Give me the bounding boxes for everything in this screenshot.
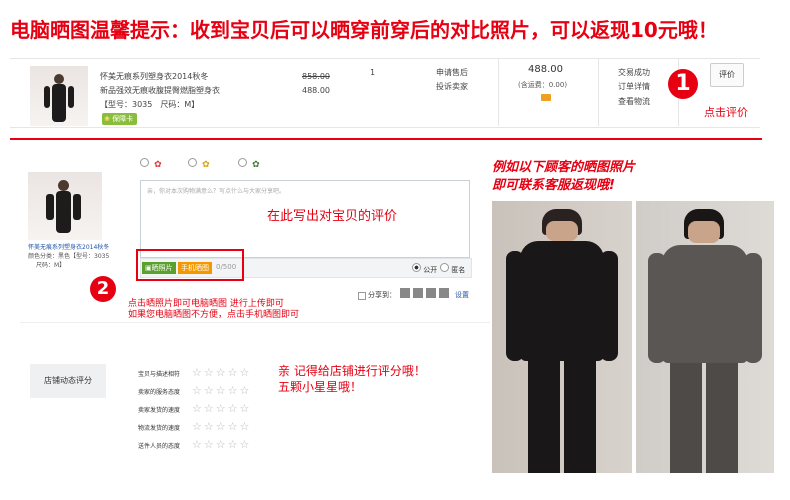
star-rating-icon[interactable]: ☆☆☆☆☆ [192,402,251,415]
rating-criterion-label: 物流发货的速度 [138,425,181,432]
step-2-caption-line2: 如果您电脑晒图不方便，点击手机晒图即可 [128,310,300,320]
review-product-meta1: 颜色分类：黑色【型号：3035 [28,253,110,260]
highlight-box [136,249,244,281]
step-1-marker: 1 [668,69,698,99]
anon-radio[interactable] [440,263,449,272]
star-rating-icon[interactable]: ☆☆☆☆☆ [192,420,251,433]
flower-red-icon: ✿ [154,160,162,170]
product-title-line1[interactable]: 怀美无痕系列塑身衣2014秋冬 [100,70,220,84]
example-line2: 即可联系客服返现哦! [492,178,615,193]
review-product-title[interactable]: 怀美无痕系列塑身衣2014秋冬 [28,242,109,251]
review-product-meta2: 尺码：M】 [36,262,66,269]
product-thumbnail[interactable] [30,66,88,126]
quantity: 1 [370,68,376,77]
rating-criterion-label: 送件人员的态度 [138,443,181,450]
share-settings-link[interactable]: 设置 [455,290,469,300]
leaf-icon: ❀ [104,115,110,123]
complain-seller-link[interactable]: 投诉卖家 [436,80,468,94]
product-title[interactable]: 怀美无痕系列塑身衣2014秋冬 新品强效无痕收腹提臀燃脂塑身衣 【型号：3035… [100,70,220,112]
example-line1: 例如以下顾客的晒图照片 [492,160,636,175]
rating-criterion-label: 卖家的服务态度 [138,389,181,396]
star-rating-icon[interactable]: ☆☆☆☆☆ [192,384,251,397]
customer-photo-1 [492,201,632,473]
rating-neutral-option[interactable]: ✿ [188,152,210,171]
section-divider-2 [20,322,490,323]
review-hint: 在此写出对宝贝的评价 [267,209,398,224]
payment-icon [541,94,551,101]
review-button[interactable]: 评价 [710,63,744,87]
apply-after-sale-link[interactable]: 申请售后 [436,66,468,80]
review-placeholder: 亲，你对本次购物满意么？写点什么与大家分享吧。 [147,188,286,195]
section-divider [10,138,762,140]
rating-bad-option[interactable]: ✿ [238,152,260,171]
promo-banner: 电脑晒图温馨提示：收到宝贝后可以晒穿前穿后的对比照片，可以返现10元哦！ [10,18,718,42]
price-current: 488.00 [302,86,330,95]
badge-label: 保障卡 [112,115,134,123]
view-logistics-link[interactable]: 查看物流 [618,95,650,109]
customer-photo-2 [636,201,774,473]
public-label: 公开 [423,266,438,274]
share-douban-icon[interactable] [439,288,449,298]
divider [498,58,499,126]
rating-row: 物流发货的速度 ☆☆☆☆☆ [138,420,251,433]
visibility-public-option[interactable]: 公开 [412,263,437,275]
order-total: 488.00 [528,64,563,75]
shop-rating-label: 店铺动态评分 [30,364,106,398]
rating-row: 宝贝与描述相符 ☆☆☆☆☆ [138,366,251,379]
rating-row: 卖家发货的速度 ☆☆☆☆☆ [138,402,251,415]
guarantee-badge[interactable]: ❀ 保障卡 [102,113,138,125]
rating-good-option[interactable]: ✿ [140,152,162,171]
order-details-link[interactable]: 订单详情 [618,80,650,94]
rating-criterion-label: 宝贝与描述相符 [138,371,181,378]
share-renren-icon[interactable] [426,288,436,298]
flower-wilted-icon: ✿ [252,160,260,170]
share-label: 分享到： [368,291,396,299]
review-product-image[interactable] [28,172,102,240]
share-sina-icon[interactable] [400,288,410,298]
trade-status: 交易成功 [618,68,650,77]
rating-reminder-line2: 五颗小星星哦！ [278,380,363,394]
visibility-anon-option[interactable]: 匿名 [440,263,465,275]
rating-row: 送件人员的态度 ☆☆☆☆☆ [138,438,251,451]
rating-good-radio[interactable] [140,158,149,167]
shipping-fee: (含运费：0.00) [518,81,568,89]
divider [598,58,599,126]
star-rating-icon[interactable]: ☆☆☆☆☆ [192,366,251,379]
star-rating-icon[interactable]: ☆☆☆☆☆ [192,438,251,451]
product-model: 【型号：3035 尺码：M】 [100,100,200,109]
share-checkbox[interactable] [358,292,366,300]
product-title-line2[interactable]: 新品强效无痕收腹提臀燃脂塑身衣 [100,84,220,98]
flower-yellow-icon: ✿ [202,160,210,170]
review-textarea[interactable]: 亲，你对本次购物满意么？写点什么与大家分享吧。 在此写出对宝贝的评价 [140,180,470,258]
rating-criterion-label: 卖家发货的速度 [138,407,181,414]
rating-neutral-radio[interactable] [188,158,197,167]
rating-row: 卖家的服务态度 ☆☆☆☆☆ [138,384,251,397]
public-radio[interactable] [412,263,421,272]
rating-bad-radio[interactable] [238,158,247,167]
anon-label: 匿名 [451,266,466,274]
price-original: 858.00 [302,72,330,81]
rating-reminder-line1: 亲 记得给店铺进行评分哦！ [278,364,426,378]
step-2-marker: 2 [90,276,116,302]
share-qzone-icon[interactable] [413,288,423,298]
step-1-caption: 点击评价 [704,106,748,119]
